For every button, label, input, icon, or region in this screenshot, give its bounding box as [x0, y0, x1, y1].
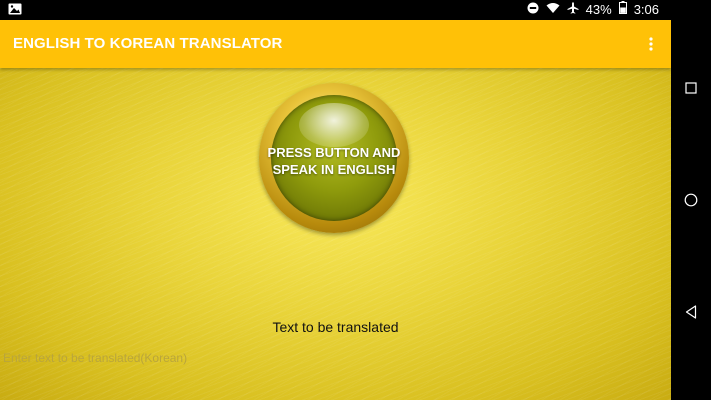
- wifi-icon: [546, 0, 560, 20]
- status-right: 43% 3:06: [527, 0, 659, 20]
- clock: 3:06: [633, 2, 659, 17]
- home-icon[interactable]: [681, 190, 701, 210]
- airplane-icon: [567, 0, 579, 20]
- overflow-menu-icon[interactable]: [639, 31, 663, 57]
- battery-percent: 43%: [585, 2, 612, 17]
- status-left: [8, 3, 22, 17]
- back-icon[interactable]: [681, 302, 701, 322]
- dnd-icon: [527, 0, 539, 20]
- navigation-bar: [671, 0, 711, 400]
- image-icon: [8, 3, 22, 18]
- main-content: PRESS BUTTON AND SPEAK IN ENGLISH Text t…: [0, 68, 671, 400]
- status-bar: 43% 3:06: [0, 0, 671, 20]
- app-screen: 43% 3:06 ENGLISH TO KOREAN TRANSLATOR PR…: [0, 0, 671, 400]
- recents-icon[interactable]: [681, 78, 701, 98]
- app-bar: ENGLISH TO KOREAN TRANSLATOR: [0, 20, 671, 68]
- speak-button-label: PRESS BUTTON AND SPEAK IN ENGLISH: [267, 145, 401, 177]
- speak-button-highlight: [299, 103, 369, 147]
- app-title: ENGLISH TO KOREAN TRANSLATOR: [13, 35, 283, 52]
- korean-text-input[interactable]: [3, 347, 663, 369]
- battery-icon: [618, 0, 627, 20]
- translate-label: Text to be translated: [272, 319, 399, 335]
- speak-button[interactable]: PRESS BUTTON AND SPEAK IN ENGLISH: [259, 83, 409, 233]
